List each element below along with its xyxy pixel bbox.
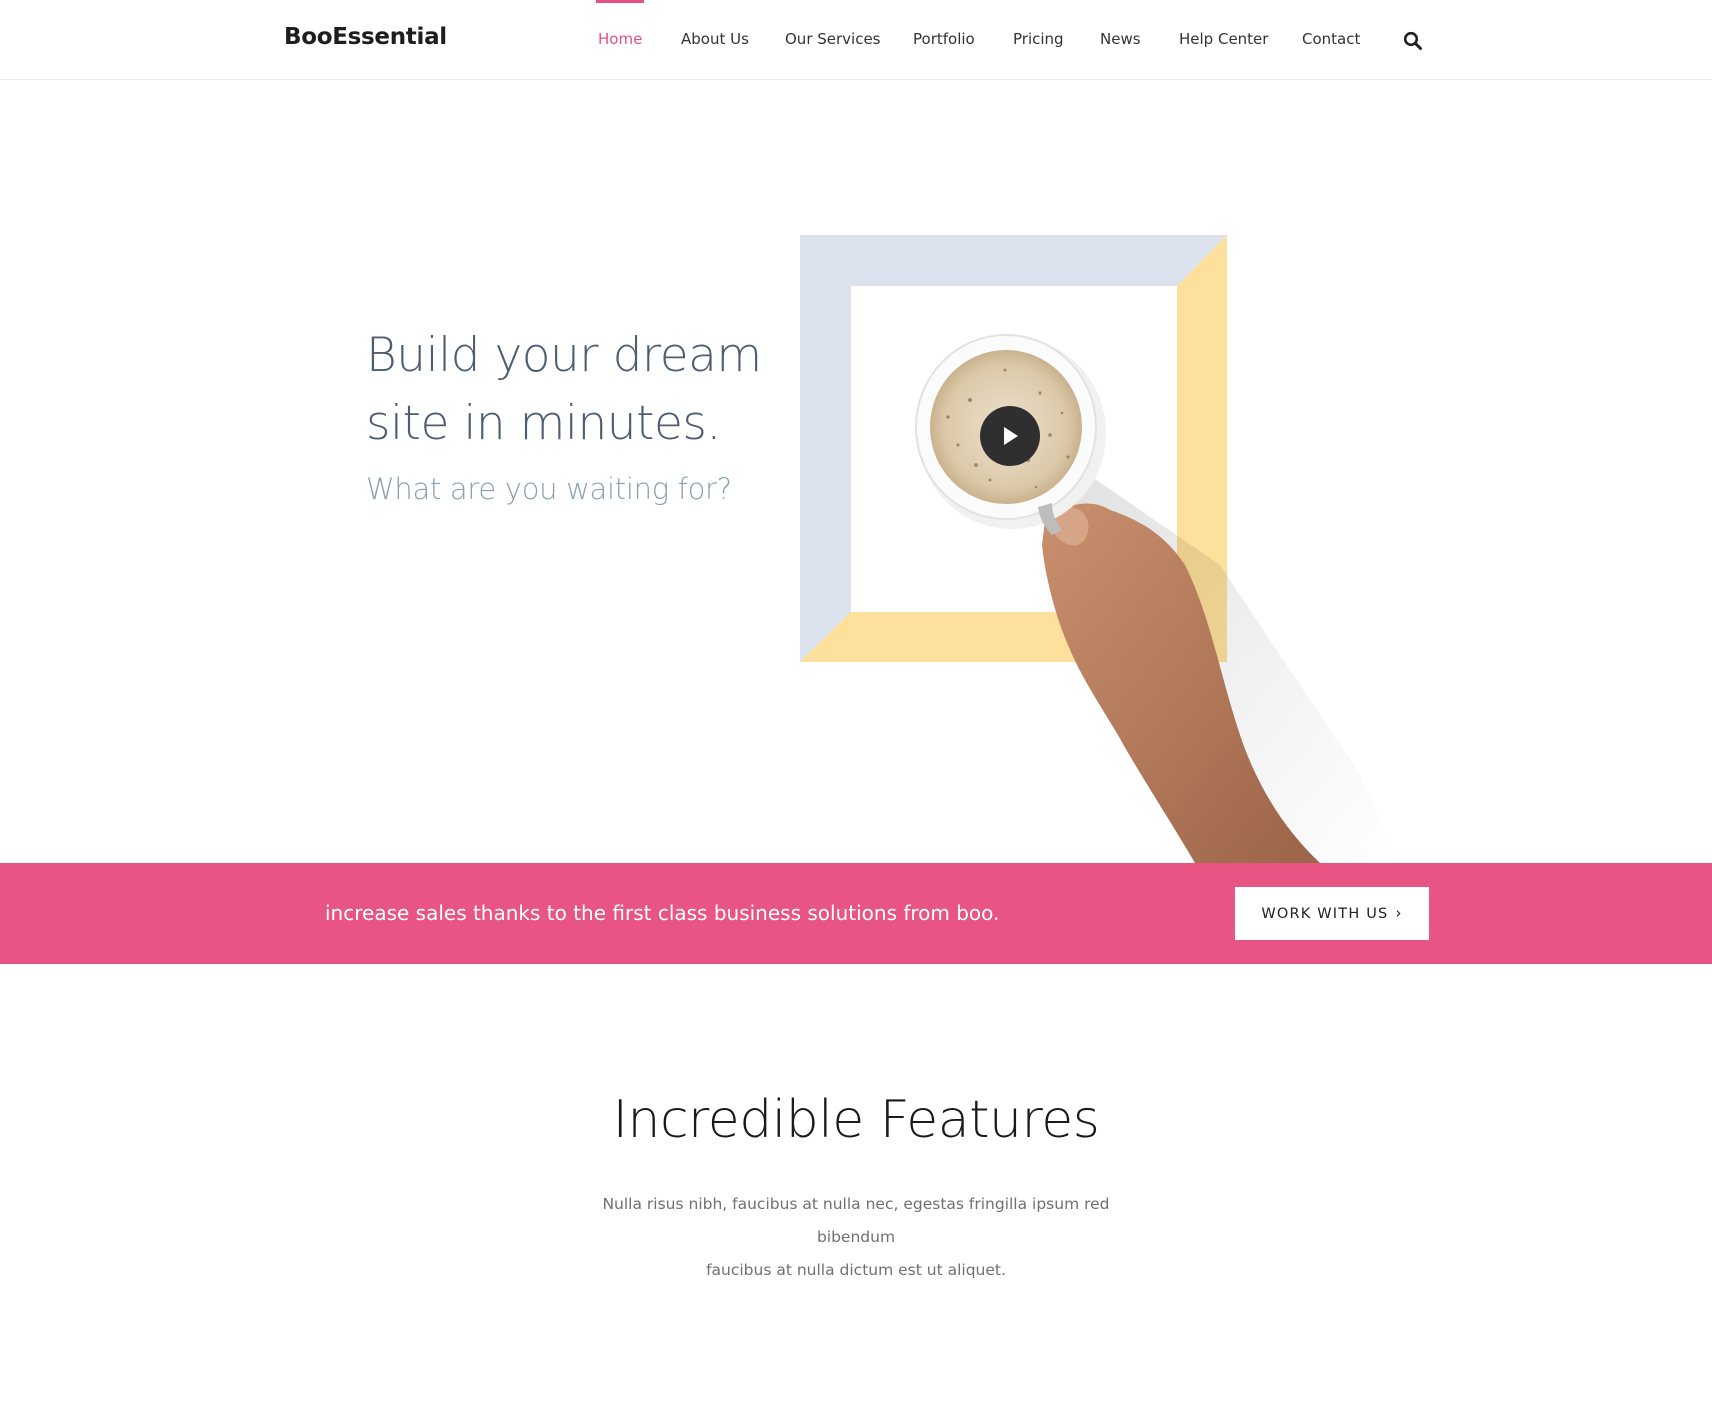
site-header: BooEssential Home About Us Our Services … xyxy=(0,0,1712,80)
features-description-line-2: faucibus at nulla dictum est ut aliquet. xyxy=(706,1261,1006,1279)
nav-item-contact[interactable]: Contact xyxy=(1302,30,1360,48)
work-with-us-label: WORK WITH US xyxy=(1261,905,1389,922)
features-description: Nulla risus nibh, faucibus at nulla nec,… xyxy=(576,1188,1136,1287)
nav-item-help-center[interactable]: Help Center xyxy=(1179,30,1268,48)
work-with-us-button[interactable]: WORK WITH US › xyxy=(1235,887,1429,940)
nav-item-pricing[interactable]: Pricing xyxy=(1013,30,1064,48)
hero-title: Build your dream site in minutes. xyxy=(366,322,806,458)
nav-item-home[interactable]: Home xyxy=(598,30,642,48)
chevron-right-icon: › xyxy=(1395,904,1403,922)
search-icon[interactable] xyxy=(1403,31,1423,51)
nav-item-about-us[interactable]: About Us xyxy=(681,30,749,48)
hero-title-line-2: site in minutes. xyxy=(366,396,721,451)
play-video-button[interactable] xyxy=(980,406,1040,466)
nav-item-portfolio[interactable]: Portfolio xyxy=(913,30,975,48)
hero-subtitle: What are you waiting for? xyxy=(366,472,732,506)
nav-item-our-services[interactable]: Our Services xyxy=(785,30,881,48)
nav-active-indicator xyxy=(596,0,644,3)
site-logo[interactable]: BooEssential xyxy=(284,24,447,50)
cta-banner: increase sales thanks to the first class… xyxy=(0,863,1712,964)
nav-item-news[interactable]: News xyxy=(1100,30,1141,48)
banner-text: increase sales thanks to the first class… xyxy=(325,901,1000,925)
features-title: Incredible Features xyxy=(612,1090,1100,1150)
features-description-line-1: Nulla risus nibh, faucibus at nulla nec,… xyxy=(602,1195,1110,1246)
play-icon xyxy=(1004,427,1018,445)
hero-title-line-1: Build your dream xyxy=(366,328,762,383)
hero-video-thumbnail xyxy=(800,235,1420,863)
